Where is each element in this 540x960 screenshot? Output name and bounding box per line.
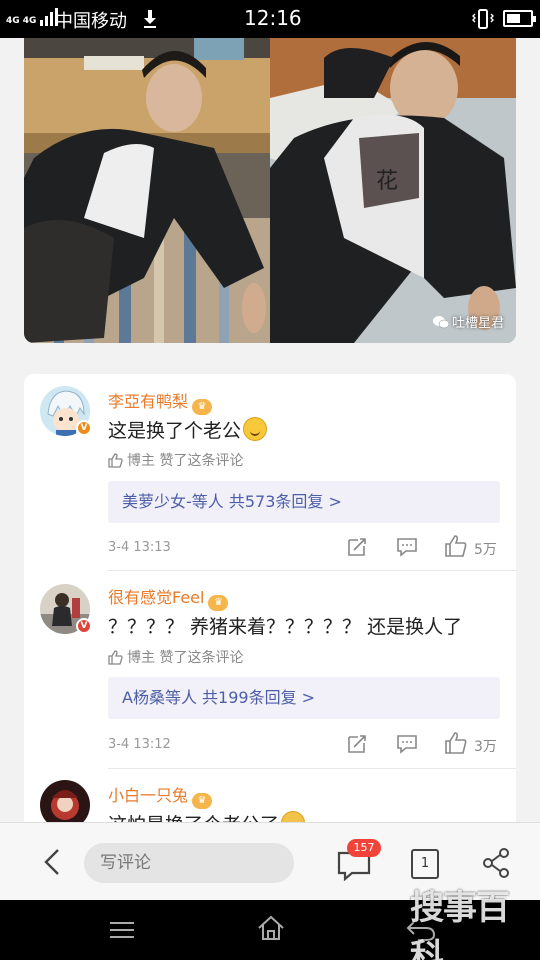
vip-crown-icon: ♛ — [192, 399, 213, 415]
grin-emoji-icon — [243, 417, 268, 441]
corner-watermark: 搜事百科 — [410, 888, 510, 960]
comment-text: ？？？？ 养猪来着？？？？？ 还是换人了 — [108, 616, 463, 638]
post-image[interactable]: 花 吐槽星君 — [24, 38, 516, 343]
comments-card: V 李亞有鸭梨 ♛ 这是换了个老公 博主 赞了这条评论 美萝少女-等人 共573条… — [24, 374, 516, 834]
like-count: 5万 — [474, 542, 497, 558]
comment-divider — [108, 570, 516, 571]
view-replies-link[interactable]: A杨桑等人 共199条回复 > — [108, 677, 500, 719]
wechat-icon — [432, 315, 449, 328]
view-replies-link[interactable]: 美萝少女-等人 共573条回复 > — [108, 481, 500, 523]
verified-badge: V — [76, 618, 92, 634]
comment-timestamp: 3-4 13:12 — [108, 737, 171, 752]
status-bar: 4G 4G 中国移动 12:16 — [0, 0, 540, 38]
back-icon[interactable] — [40, 847, 66, 877]
signal-icon: 4G 4G — [6, 8, 59, 26]
comment-text: 这是换了个老公 — [108, 416, 268, 443]
watermark-text: 吐槽星君 — [451, 316, 504, 331]
carrier-name: 中国移动 — [55, 11, 127, 32]
repost-icon[interactable] — [346, 733, 368, 755]
image-watermark: 吐槽星君 — [432, 312, 504, 331]
write-comment-input[interactable]: 写评论 — [84, 843, 294, 883]
thumb-up-icon — [108, 452, 123, 468]
like-count: 3万 — [474, 739, 497, 755]
tabs-button[interactable]: 1 — [411, 849, 439, 879]
vibrate-icon — [472, 9, 494, 29]
thumb-up-icon — [108, 649, 123, 665]
comment-timestamp: 3-4 13:13 — [108, 540, 171, 555]
share-icon[interactable] — [482, 848, 510, 878]
repost-icon[interactable] — [346, 536, 368, 558]
reply-icon[interactable] — [396, 536, 418, 558]
battery-icon — [503, 10, 536, 27]
post-photo: 花 — [24, 38, 516, 343]
author-liked-note: 博主 赞了这条评论 — [108, 450, 243, 470]
menu-icon[interactable] — [110, 920, 134, 940]
like-icon[interactable] — [444, 534, 468, 558]
vip-crown-icon: ♛ — [208, 595, 229, 611]
download-icon — [144, 10, 156, 28]
like-icon[interactable] — [444, 731, 468, 755]
screen: 4G 4G 中国移动 12:16 花 吐槽星君 V 李亞有鸭梨 ♛ 这是换了个老… — [0, 0, 540, 960]
vip-crown-icon: ♛ — [192, 793, 213, 809]
clock: 12:16 — [244, 6, 302, 30]
svg-text:花: 花 — [376, 169, 398, 194]
verified-badge: V — [76, 420, 92, 436]
author-liked-note: 博主 赞了这条评论 — [108, 647, 243, 667]
network-type: 4G 4G — [6, 16, 37, 26]
comment-username[interactable]: 李亞有鸭梨 ♛ — [108, 388, 213, 415]
comment-username[interactable]: 很有感觉Feel ♛ — [108, 584, 229, 611]
reply-icon[interactable] — [396, 733, 418, 755]
comment-count-badge: 157 — [347, 839, 381, 857]
comment-divider — [108, 768, 516, 769]
comment-username[interactable]: 小白一只兔 ♛ — [108, 782, 213, 809]
home-icon[interactable] — [257, 914, 285, 942]
